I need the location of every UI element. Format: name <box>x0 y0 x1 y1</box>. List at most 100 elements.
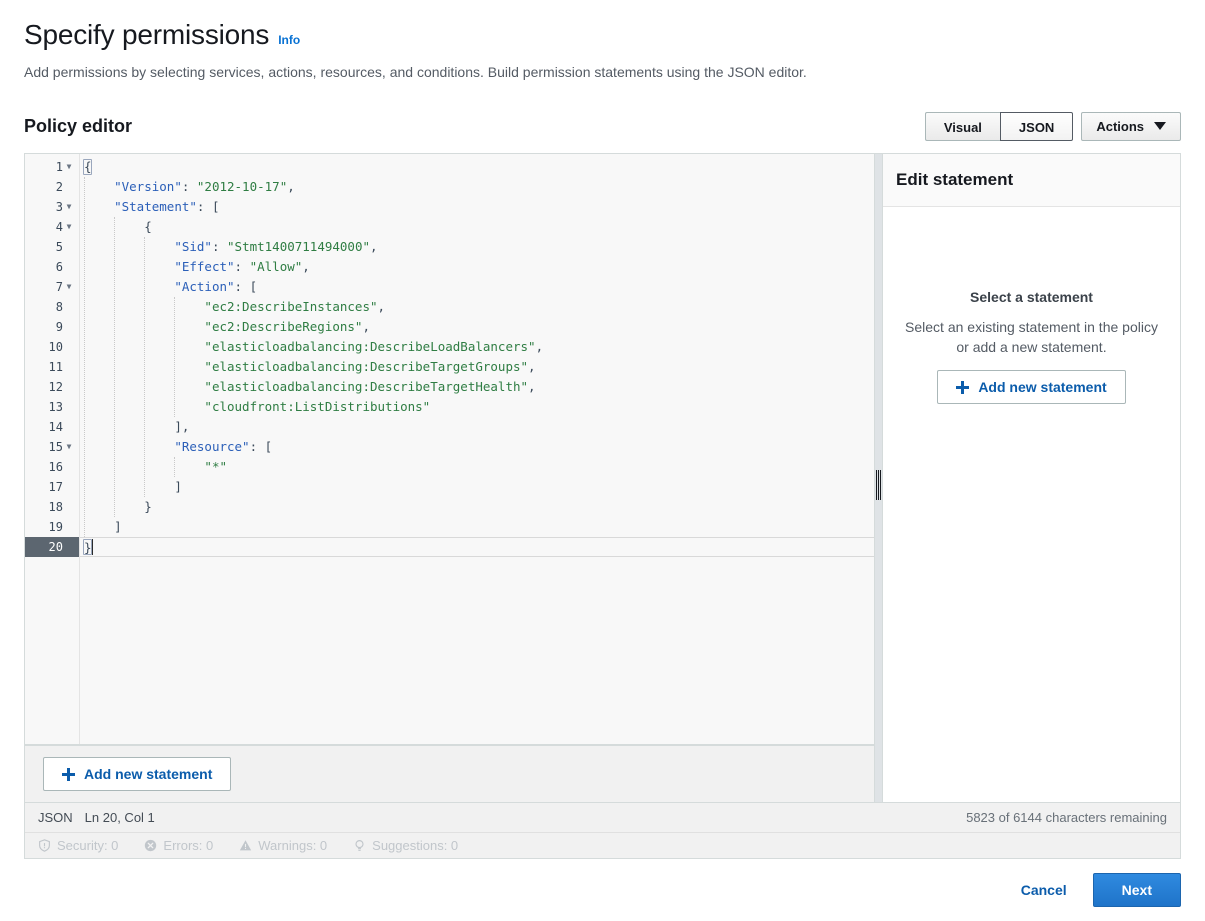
actions-button-label: Actions <box>1096 112 1144 141</box>
code-content[interactable]: { "Version": "2012-10-17", "Statement": … <box>80 154 874 744</box>
code-token-key: "Version" <box>114 179 182 194</box>
line-number-10[interactable]: 10 <box>25 337 79 357</box>
code-token-key: "Statement" <box>114 199 197 214</box>
line-number-1[interactable]: 1▼ <box>25 157 79 177</box>
editor-panel-splitter[interactable] <box>874 154 883 802</box>
fold-toggle-icon[interactable]: ▼ <box>63 157 75 177</box>
code-line[interactable]: } <box>80 497 874 517</box>
specify-permissions-page: Specify permissions Info Add permissions… <box>0 0 1205 921</box>
code-line[interactable]: "Resource": [ <box>80 437 874 457</box>
diagnostic-warning[interactable]: Warnings: 0 <box>239 838 327 853</box>
line-number-7[interactable]: 7▼ <box>25 277 79 297</box>
error-icon <box>144 839 157 852</box>
diagnostic-error[interactable]: Errors: 0 <box>144 838 213 853</box>
info-link[interactable]: Info <box>278 33 300 47</box>
plus-icon <box>956 381 969 394</box>
page-header: Specify permissions Info Add permissions… <box>0 0 1205 82</box>
plus-icon <box>62 768 75 781</box>
line-number-17[interactable]: 17 <box>25 477 79 497</box>
code-line[interactable]: "Sid": "Stmt1400711494000", <box>80 237 874 257</box>
code-line[interactable]: "ec2:DescribeInstances", <box>80 297 874 317</box>
warning-icon <box>239 839 252 852</box>
code-line[interactable]: "elasticloadbalancing:DescribeTargetHeal… <box>80 377 874 397</box>
next-button[interactable]: Next <box>1093 873 1181 907</box>
code-line[interactable]: } <box>80 537 874 557</box>
line-number-9[interactable]: 9 <box>25 317 79 337</box>
code-token-punct: , <box>302 259 310 274</box>
code-line[interactable]: { <box>80 217 874 237</box>
line-number-label: 5 <box>43 237 63 257</box>
line-number-8[interactable]: 8 <box>25 297 79 317</box>
code-line[interactable]: "*" <box>80 457 874 477</box>
line-number-13[interactable]: 13 <box>25 397 79 417</box>
code-indent <box>84 519 114 534</box>
code-line[interactable]: "ec2:DescribeRegions", <box>80 317 874 337</box>
code-indent <box>84 399 204 414</box>
code-line[interactable]: "Effect": "Allow", <box>80 257 874 277</box>
policy-editor-title: Policy editor <box>24 116 132 137</box>
fold-toggle-icon[interactable]: ▼ <box>63 197 75 217</box>
panel-add-new-statement-button[interactable]: Add new statement <box>937 370 1125 404</box>
code-line[interactable]: ] <box>80 517 874 537</box>
code-token-punct: , <box>536 339 544 354</box>
policy-editor-container: 1▼23▼4▼567▼89101112131415▼1617181920 { "… <box>24 153 1181 859</box>
code-line[interactable]: { <box>80 157 874 177</box>
line-number-14[interactable]: 14 <box>25 417 79 437</box>
code-indent <box>84 419 174 434</box>
line-number-label: 4 <box>43 217 63 237</box>
line-number-16[interactable]: 16 <box>25 457 79 477</box>
chevron-down-icon <box>1154 122 1166 130</box>
fold-toggle-icon[interactable]: ▼ <box>63 217 75 237</box>
brace-match-highlight <box>83 539 92 555</box>
line-number-gutter[interactable]: 1▼23▼4▼567▼89101112131415▼1617181920 <box>25 154 80 744</box>
code-line[interactable]: ], <box>80 417 874 437</box>
actions-dropdown-button[interactable]: Actions <box>1081 112 1181 141</box>
code-token-str: "2012-10-17" <box>197 179 287 194</box>
code-line[interactable]: "Version": "2012-10-17", <box>80 177 874 197</box>
code-indent <box>84 299 204 314</box>
editor-add-new-statement-button[interactable]: Add new statement <box>43 757 231 791</box>
code-line[interactable]: "Statement": [ <box>80 197 874 217</box>
diagnostic-shield[interactable]: Security: 0 <box>38 838 118 853</box>
code-line[interactable]: "Action": [ <box>80 277 874 297</box>
diagnostic-suggestion[interactable]: Suggestions: 0 <box>353 838 458 853</box>
code-token-punct: : [ <box>250 439 273 454</box>
line-number-19[interactable]: 19 <box>25 517 79 537</box>
code-token-punct: { <box>144 219 152 234</box>
fold-toggle-icon[interactable]: ▼ <box>63 437 75 457</box>
page-title: Specify permissions <box>24 18 269 52</box>
code-token-punct: : <box>212 239 227 254</box>
code-indent <box>84 499 144 514</box>
line-number-11[interactable]: 11 <box>25 357 79 377</box>
editor-mode-controls: Visual JSON Actions <box>925 112 1181 141</box>
editor-status-bar: JSON Ln 20, Col 1 5823 of 6144 character… <box>25 802 1180 832</box>
code-area[interactable]: 1▼23▼4▼567▼89101112131415▼1617181920 { "… <box>25 154 874 745</box>
line-number-3[interactable]: 3▼ <box>25 197 79 217</box>
code-indent <box>84 239 174 254</box>
fold-toggle-icon[interactable]: ▼ <box>63 277 75 297</box>
line-number-4[interactable]: 4▼ <box>25 217 79 237</box>
line-number-6[interactable]: 6 <box>25 257 79 277</box>
code-line[interactable]: "elasticloadbalancing:DescribeLoadBalanc… <box>80 337 874 357</box>
code-line[interactable]: ] <box>80 477 874 497</box>
line-number-5[interactable]: 5 <box>25 237 79 257</box>
suggestion-icon <box>353 839 366 852</box>
line-number-12[interactable]: 12 <box>25 377 79 397</box>
code-line[interactable]: "elasticloadbalancing:DescribeTargetGrou… <box>80 357 874 377</box>
json-mode-button[interactable]: JSON <box>1000 112 1073 141</box>
line-number-label: 13 <box>43 397 63 417</box>
line-number-2[interactable]: 2 <box>25 177 79 197</box>
edit-statement-panel: Edit statement Select a statement Select… <box>883 154 1180 802</box>
code-line[interactable]: "cloudfront:ListDistributions" <box>80 397 874 417</box>
line-number-20[interactable]: 20 <box>25 537 79 557</box>
line-number-18[interactable]: 18 <box>25 497 79 517</box>
code-indent <box>84 339 204 354</box>
code-indent <box>84 479 174 494</box>
code-token-punct: , <box>528 379 536 394</box>
visual-mode-button[interactable]: Visual <box>925 112 1000 141</box>
panel-add-new-statement-label: Add new statement <box>978 379 1106 395</box>
line-number-label: 17 <box>43 477 63 497</box>
cancel-button[interactable]: Cancel <box>1017 875 1071 905</box>
status-language: JSON <box>38 810 73 825</box>
line-number-15[interactable]: 15▼ <box>25 437 79 457</box>
